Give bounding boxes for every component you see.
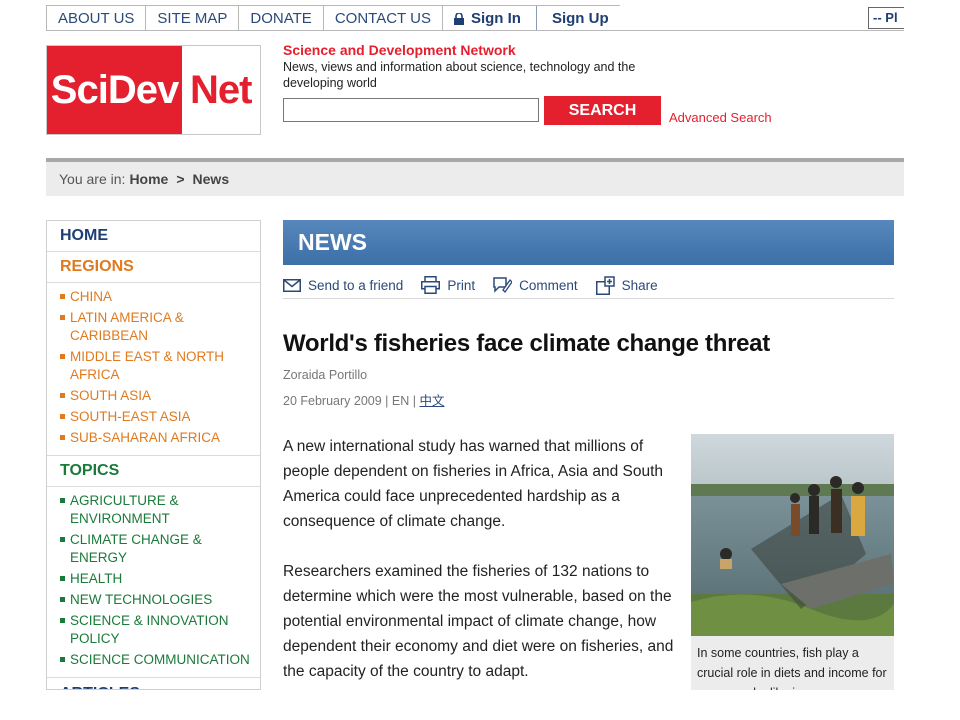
search-button[interactable]: SEARCH [544,96,661,125]
nav-rule [46,30,904,31]
send-to-friend-link[interactable]: Send to a friend [283,278,403,293]
sidebar-item-china[interactable]: CHINA [59,288,260,306]
share-link[interactable]: Share [595,275,658,295]
logo-scidev: SciDev [47,46,182,134]
sidebar-item-latin-america[interactable]: LATIN AMERICA & CARIBBEAN [59,309,260,345]
article-body: A new international study has warned tha… [283,434,678,709]
send-label: Send to a friend [308,277,404,293]
logo-net: Net [190,67,252,112]
top-navigation: ABOUT US SITE MAP DONATE CONTACT US Sign… [46,5,620,31]
breadcrumb-separator: > [176,171,185,187]
article-paragraph: A new international study has warned tha… [283,438,664,530]
share-icon [595,275,615,295]
article-paragraph: Researchers examined the fisheries of 13… [283,563,674,680]
sign-in-link[interactable]: Sign In [442,6,532,30]
regions-list: CHINA LATIN AMERICA & CARIBBEAN MIDDLE E… [47,283,260,456]
sign-in-label: Sign In [470,9,521,27]
sidebar-item-sub-saharan-africa[interactable]: SUB-SAHARAN AFRICA [59,429,260,447]
search-input[interactable] [283,98,539,122]
sign-up-link[interactable]: Sign Up [540,6,620,30]
article-tools: Send to a friend Print Comment Share [283,272,894,299]
site-title: Science and Development Network [283,42,516,58]
site-logo[interactable]: SciDev Net [46,45,261,135]
chinese-version-link[interactable]: 中文 [419,394,444,408]
photo-caption: In some countries, fish play a crucial r… [691,636,894,690]
sidebar: HOME REGIONS CHINA LATIN AMERICA & CARIB… [46,220,261,690]
print-label: Print [447,277,476,293]
section-title-bar: NEWS [283,220,894,265]
article-photo [691,434,894,636]
sidebar-item-science-policy[interactable]: SCIENCE & INNOVATION POLICY [59,612,260,648]
sidebar-item-climate-change[interactable]: CLIMATE CHANGE & ENERGY [59,531,260,567]
sidebar-articles-heading[interactable]: ARTICLES [47,678,260,690]
sidebar-regions-heading[interactable]: REGIONS [47,252,260,283]
sidebar-item-new-technologies[interactable]: NEW TECHNOLOGIES [59,591,260,609]
lock-icon [453,12,464,25]
comment-icon [493,277,513,294]
share-label: Share [621,277,658,293]
donate-link[interactable]: DONATE [239,6,324,30]
sidebar-item-science-communication[interactable]: SCIENCE COMMUNICATION [59,651,260,669]
comment-link[interactable]: Comment [493,276,578,294]
sidebar-topics-heading[interactable]: TOPICS [47,456,260,487]
nav-separator [535,6,537,30]
site-tagline: News, views and information about scienc… [283,60,636,90]
language-select[interactable]: -- Pl [868,7,904,29]
sidebar-item-health[interactable]: HEALTH [59,570,260,588]
comment-label: Comment [519,277,578,293]
breadcrumb-prefix: You are in: [59,171,126,187]
sidebar-item-south-east-asia[interactable]: SOUTH-EAST ASIA [59,408,260,426]
contact-us-link[interactable]: CONTACT US [323,6,443,30]
article-date: 20 February 2009 | EN | [283,394,416,408]
breadcrumb-current: News [192,171,230,187]
print-link[interactable]: Print [421,276,475,294]
topics-list: AGRICULTURE & ENVIRONMENT CLIMATE CHANGE… [47,487,260,678]
article-dateline: 20 February 2009 | EN | 中文 [283,390,444,409]
printer-icon [421,276,441,294]
article-headline: World's fisheries face climate change th… [283,330,770,357]
envelope-icon [283,278,301,292]
advanced-search-link[interactable]: Advanced Search [669,110,772,125]
sidebar-item-middle-east[interactable]: MIDDLE EAST & NORTH AFRICA [59,348,260,384]
breadcrumb-home[interactable]: Home [129,171,168,187]
sidebar-home[interactable]: HOME [47,221,260,252]
sidebar-item-agriculture[interactable]: AGRICULTURE & ENVIRONMENT [59,492,260,528]
breadcrumb: You are in: Home > News [46,162,904,196]
site-map-link[interactable]: SITE MAP [146,6,240,30]
about-us-link[interactable]: ABOUT US [47,6,147,30]
article-author[interactable]: Zoraida Portillo [283,368,367,382]
sidebar-item-south-asia[interactable]: SOUTH ASIA [59,387,260,405]
